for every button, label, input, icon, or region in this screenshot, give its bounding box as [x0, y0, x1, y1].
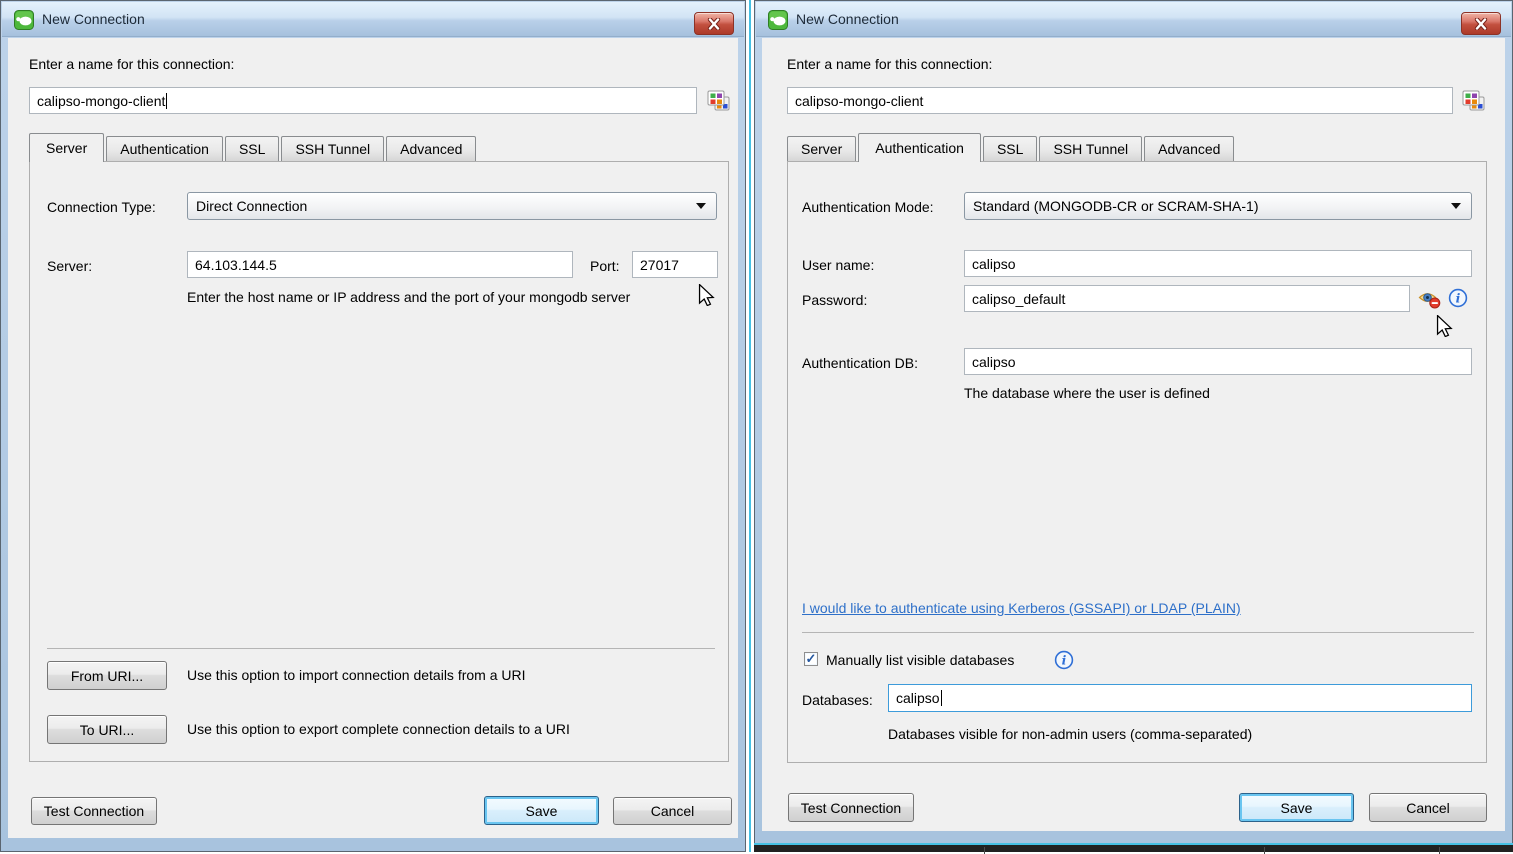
titlebar[interactable]: New Connection	[2, 2, 744, 37]
svg-text:i: i	[1062, 653, 1067, 668]
kerberos-ldap-link[interactable]: I would like to authenticate using Kerbe…	[802, 600, 1241, 616]
databases-help-text: Databases visible for non-admin users (c…	[888, 726, 1252, 742]
cancel-button[interactable]: Cancel	[613, 797, 732, 825]
new-connection-dialog-server: New Connection Enter a name for this con…	[0, 0, 746, 852]
close-button[interactable]	[1461, 12, 1501, 35]
strip-separator	[984, 847, 985, 854]
uri-section-divider	[47, 648, 715, 649]
connection-type-select[interactable]: Direct Connection	[187, 192, 717, 220]
window-title: New Connection	[42, 11, 145, 27]
save-button[interactable]: Save	[1239, 793, 1354, 822]
window-title: New Connection	[796, 11, 899, 27]
checkmark-icon: ✓	[806, 652, 817, 665]
connection-name-label: Enter a name for this connection:	[787, 56, 992, 72]
auth-db-help-text: The database where the user is defined	[964, 385, 1210, 401]
to-uri-button[interactable]: To URI...	[47, 715, 167, 744]
auth-db-label: Authentication DB:	[802, 355, 918, 371]
dropdown-arrow-icon	[696, 203, 706, 209]
robomongo-app-icon	[14, 10, 34, 30]
auth-db-input[interactable]: calipso	[964, 348, 1472, 375]
close-icon	[1474, 18, 1488, 30]
tab-authentication[interactable]: Authentication	[106, 136, 223, 162]
tab-ssl[interactable]: SSL	[983, 136, 1037, 162]
tab-strip: Server Authentication SSL SSH Tunnel Adv…	[29, 133, 478, 162]
server-help-text: Enter the host name or IP address and th…	[187, 289, 630, 305]
svg-text:i: i	[1456, 291, 1461, 306]
screenshot-separator-line	[749, 0, 751, 852]
authentication-tab-panel: Authentication Mode: Standard (MONGODB-C…	[787, 161, 1487, 763]
robomongo-app-icon	[768, 10, 788, 30]
test-connection-button[interactable]: Test Connection	[788, 793, 914, 822]
strip-separator	[1264, 847, 1265, 854]
close-icon	[707, 18, 721, 30]
show-password-eye-icon[interactable]	[1418, 289, 1441, 309]
tab-advanced[interactable]: Advanced	[1144, 136, 1234, 162]
tab-ssh-tunnel[interactable]: SSH Tunnel	[281, 136, 384, 162]
databases-label: Databases:	[802, 692, 873, 708]
port-label: Port:	[590, 258, 620, 274]
password-label: Password:	[802, 292, 867, 308]
connection-name-input[interactable]: calipso-mongo-client	[787, 87, 1453, 114]
mouse-pointer-icon	[1436, 315, 1453, 337]
to-uri-help-text: Use this option to export complete conne…	[187, 721, 570, 737]
tab-advanced[interactable]: Advanced	[386, 136, 476, 162]
connection-color-picker-button[interactable]	[706, 89, 732, 113]
server-address-input[interactable]: 64.103.144.5	[187, 251, 573, 278]
tab-authentication[interactable]: Authentication	[858, 133, 981, 162]
server-label: Server:	[47, 258, 92, 274]
connection-name-label: Enter a name for this connection:	[29, 56, 234, 72]
manually-list-databases-checkbox[interactable]: ✓	[804, 652, 818, 666]
auth-mode-label: Authentication Mode:	[802, 199, 934, 215]
manually-list-databases-label: Manually list visible databases	[826, 652, 1014, 668]
text-caret	[941, 690, 942, 706]
from-uri-button[interactable]: From URI...	[47, 661, 167, 690]
connection-color-picker-button[interactable]	[1461, 89, 1487, 113]
test-connection-button[interactable]: Test Connection	[31, 797, 157, 825]
databases-info-icon[interactable]: i	[1054, 650, 1074, 670]
connection-name-input[interactable]: calipso-mongo-client	[29, 87, 697, 114]
auth-mode-select[interactable]: Standard (MONGODB-CR or SCRAM-SHA-1)	[964, 192, 1472, 220]
username-label: User name:	[802, 257, 874, 273]
new-connection-dialog-authentication: New Connection Enter a name for this con…	[754, 0, 1513, 845]
dropdown-arrow-icon	[1451, 203, 1461, 209]
text-caret	[166, 93, 167, 109]
mouse-pointer-icon	[698, 284, 715, 306]
tab-server[interactable]: Server	[787, 136, 856, 162]
databases-input[interactable]: calipso	[888, 684, 1472, 712]
strip-separator	[1439, 847, 1440, 854]
databases-section-divider	[802, 632, 1474, 633]
close-button[interactable]	[694, 12, 734, 35]
cancel-button[interactable]: Cancel	[1369, 793, 1487, 822]
server-tab-panel: Connection Type: Direct Connection Serve…	[29, 161, 729, 762]
titlebar[interactable]: New Connection	[756, 2, 1511, 37]
port-input[interactable]: 27017	[632, 251, 718, 278]
save-button[interactable]: Save	[484, 796, 599, 825]
connection-type-label: Connection Type:	[47, 199, 156, 215]
tab-ssh-tunnel[interactable]: SSH Tunnel	[1039, 136, 1142, 162]
password-info-icon[interactable]: i	[1448, 288, 1468, 308]
password-input[interactable]: calipso_default	[964, 285, 1410, 312]
tab-server[interactable]: Server	[29, 133, 104, 162]
from-uri-help-text: Use this option to import connection det…	[187, 667, 526, 683]
background-app-strip	[754, 843, 1513, 852]
tab-strip: Server Authentication SSL SSH Tunnel Adv…	[787, 133, 1236, 162]
username-input[interactable]: calipso	[964, 250, 1472, 277]
tab-ssl[interactable]: SSL	[225, 136, 279, 162]
